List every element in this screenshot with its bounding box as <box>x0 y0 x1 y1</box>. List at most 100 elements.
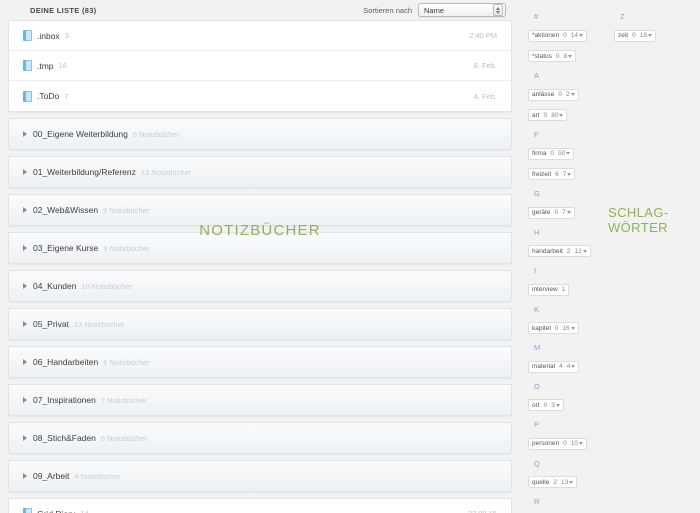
tag-total-count[interactable]: 18 <box>640 32 652 39</box>
chevron-down-icon[interactable] <box>566 211 571 214</box>
chevron-down-icon[interactable] <box>555 403 560 407</box>
chevron-down-icon[interactable] <box>647 34 652 37</box>
tag-total-value: 16 <box>562 324 570 332</box>
chevron-right-icon[interactable] <box>23 207 27 213</box>
chevron-down-icon[interactable] <box>570 93 575 96</box>
tag-chip[interactable]: interview 1 <box>528 283 570 296</box>
stack-notebook-count: 9 Notizbücher <box>103 205 150 215</box>
list-item-stack[interactable]: 01_Weiterbildung/Referenz 13 Notizbücher <box>9 157 511 187</box>
stack-card[interactable]: 07_Inspirationen 7 Notizbücher <box>8 384 512 416</box>
tag-chip[interactable]: *aktionen 0 14 <box>528 29 587 42</box>
chevron-down-icon[interactable] <box>578 442 583 445</box>
chevron-right-icon[interactable] <box>23 473 27 479</box>
tag-total-count[interactable]: 4 <box>567 363 576 370</box>
list-item-notebook[interactable]: Grid Diary 14 23.09.15 <box>9 499 511 513</box>
stack-card[interactable]: 01_Weiterbildung/Referenz 13 Notizbücher <box>8 156 512 188</box>
chevron-right-icon[interactable] <box>23 245 27 251</box>
tag-total-count[interactable]: 2 <box>566 91 575 98</box>
tag-chip[interactable]: *status 0 8 <box>528 50 577 62</box>
tag-chip[interactable]: kapitel 0 16 <box>528 322 579 334</box>
tag-selected-count: 0 <box>554 209 559 216</box>
tag-chip[interactable]: material 4 4 <box>528 360 580 373</box>
tag-total-count[interactable]: 3 <box>551 402 560 409</box>
stack-card[interactable]: 05_Privat 13 Notizbücher <box>8 308 512 340</box>
tag-group-letter: H <box>534 227 540 237</box>
tag-name: geräte <box>532 209 551 216</box>
stepper-icon[interactable] <box>493 4 503 16</box>
tag-total-count[interactable]: 50 <box>558 150 571 157</box>
list-item-notebook[interactable]: .tmp 16 8. Feb. <box>9 51 511 81</box>
chevron-down-icon[interactable] <box>567 172 572 176</box>
stack-name: 06_Handarbeiten <box>33 357 99 367</box>
tag-total-count[interactable]: 13 <box>561 479 574 486</box>
tag-total-count[interactable]: 10 <box>571 440 583 447</box>
tag-selected-count: 0 <box>554 324 559 332</box>
tag-selected-count: 2 <box>553 478 557 486</box>
tag-name: handarbeit <box>532 247 563 255</box>
tag-chip[interactable]: quelle 2 13 <box>528 476 578 488</box>
list-item-stack[interactable]: 05_Privat 13 Notizbücher <box>9 309 511 339</box>
tag-total-count[interactable]: 7 <box>563 171 572 178</box>
tag-selected-count: 6 <box>555 170 559 178</box>
sort-select[interactable]: Name <box>418 3 506 17</box>
notebook-timestamp: 8. Feb. <box>473 61 497 70</box>
list-item-stack[interactable]: 08_Stich&Faden 6 Notizbücher <box>9 423 511 453</box>
tag-chip[interactable]: geräte 0 7 <box>528 206 575 219</box>
stacks-host: 00_Eigene Weiterbildung 6 Notizbücher 01_W… <box>8 118 512 492</box>
tag-name: ort <box>532 401 540 409</box>
stack-name: 02_Web&Wissen <box>33 205 99 215</box>
chevron-right-icon[interactable] <box>23 131 27 137</box>
stack-card[interactable]: 00_Eigene Weiterbildung 6 Notizbücher <box>8 118 512 150</box>
list-item-stack[interactable]: 03_Eigene Kurse 3 Notizbücher <box>9 233 511 263</box>
chevron-down-icon[interactable] <box>569 480 574 484</box>
stack-card[interactable]: 04_Kunden 10 Notizbücher <box>8 270 512 302</box>
list-item-notebook[interactable]: .ToDo 7 4. Feb. <box>9 81 511 111</box>
list-item-stack[interactable]: 02_Web&Wissen 9 Notizbücher <box>9 195 511 225</box>
chevron-down-icon[interactable] <box>578 34 583 37</box>
tag-chip[interactable]: art 0 80 <box>528 109 568 121</box>
stack-card[interactable]: 06_Handarbeiten 6 Notizbücher <box>8 346 512 378</box>
chevron-down-icon[interactable] <box>566 152 571 155</box>
list-item-notebook[interactable]: .inbox 3 2:40 PM <box>9 21 511 51</box>
stack-card[interactable]: 03_Eigene Kurse 3 Notizbücher <box>8 232 512 264</box>
list-item-stack[interactable]: 04_Kunden 10 Notizbücher <box>9 271 511 301</box>
chevron-down-icon[interactable] <box>582 249 587 253</box>
chevron-down-icon[interactable] <box>559 113 564 117</box>
sort-label: Sortieren nach <box>363 5 412 15</box>
list-item-stack[interactable]: 09_Arbeit 4 Notizbücher <box>9 461 511 491</box>
tag-total-count[interactable]: 14 <box>571 32 583 39</box>
tag-total-count[interactable]: 8 <box>564 53 573 60</box>
list-item-stack[interactable]: 00_Eigene Weiterbildung 6 Notizbücher <box>9 119 511 149</box>
stack-card[interactable]: 09_Arbeit 4 Notizbücher <box>8 460 512 492</box>
chevron-right-icon[interactable] <box>23 435 27 441</box>
tag-name: firma <box>532 150 547 157</box>
tag-chip[interactable]: ort 0 3 <box>528 399 564 411</box>
tag-chip[interactable]: anlässe 0 2 <box>528 88 579 101</box>
chevron-right-icon[interactable] <box>23 397 27 403</box>
tag-chip[interactable]: handarbeit 2 12 <box>528 245 591 257</box>
tag-total-count[interactable]: 16 <box>562 324 575 332</box>
tag-chip[interactable]: zeit 0 18 <box>614 29 656 42</box>
chevron-down-icon[interactable] <box>570 326 575 330</box>
tag-chip[interactable]: firma 0 50 <box>528 147 575 160</box>
list-item-stack[interactable]: 06_Handarbeiten 6 Notizbücher <box>9 347 511 377</box>
chevron-right-icon[interactable] <box>23 359 27 365</box>
notebook-icon <box>23 508 32 513</box>
stack-card[interactable]: 08_Stich&Faden 6 Notizbücher <box>8 422 512 454</box>
chevron-down-icon[interactable] <box>571 365 576 368</box>
tag-total-value: 2 <box>566 91 570 98</box>
notebook-note-count: 7 <box>64 91 69 101</box>
list-item-stack[interactable]: 07_Inspirationen 7 Notizbücher <box>9 385 511 415</box>
chevron-right-icon[interactable] <box>23 169 27 175</box>
stack-card[interactable]: 02_Web&Wissen 9 Notizbücher <box>8 194 512 226</box>
chevron-down-icon[interactable] <box>568 54 573 58</box>
tag-total-count[interactable]: 80 <box>551 112 564 119</box>
chevron-right-icon[interactable] <box>23 283 27 289</box>
tag-selected-count: 2 <box>566 247 571 255</box>
tag-total-count[interactable]: 12 <box>574 248 587 255</box>
chevron-right-icon[interactable] <box>23 321 27 327</box>
tag-chip[interactable]: personen 0 10 <box>528 437 587 450</box>
tag-total-count[interactable]: 7 <box>562 209 571 216</box>
tag-chip[interactable]: freizeit 6 7 <box>528 168 576 180</box>
tag-total-value: 14 <box>570 32 578 39</box>
